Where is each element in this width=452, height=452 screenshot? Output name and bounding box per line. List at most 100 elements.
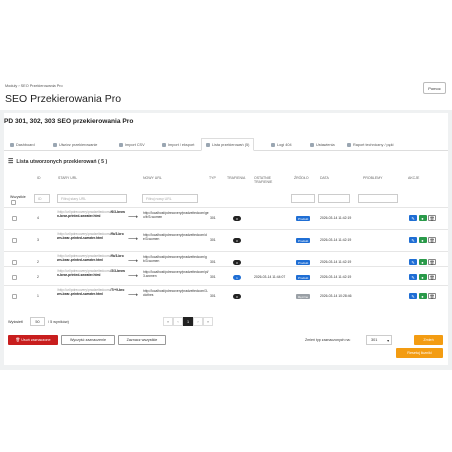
col-source[interactable]: ŹRÓDŁO bbox=[294, 176, 309, 180]
row-type: 301 bbox=[210, 275, 216, 279]
show-label: Wyświetl bbox=[8, 320, 23, 324]
col-actions: AKCJE bbox=[408, 176, 420, 180]
row-new-url[interactable]: http://localhost/pdrecovery/pradzeitedco… bbox=[143, 211, 209, 220]
tab-redirect-list[interactable]: Lista przekierowań (5) bbox=[201, 138, 255, 151]
row-checkbox[interactable] bbox=[12, 216, 17, 221]
row-checkbox[interactable] bbox=[12, 238, 17, 243]
col-id[interactable]: ID bbox=[37, 176, 41, 180]
tab-dashboard[interactable]: Dashboard bbox=[6, 138, 39, 151]
row-source-badge: Produkt bbox=[296, 275, 311, 280]
arrow-right-icon: ⟶ bbox=[128, 292, 139, 299]
col-date[interactable]: DATA bbox=[320, 176, 329, 180]
results-count: / 5 wyników) bbox=[48, 320, 69, 324]
edit-button[interactable]: ✎ bbox=[409, 274, 417, 280]
delete-button[interactable]: 🗑 bbox=[428, 293, 436, 299]
row-checkbox[interactable] bbox=[12, 294, 17, 299]
change-type-label: Zmień typ zaznaczonych na: bbox=[305, 338, 351, 342]
pagination-prev[interactable]: ‹ bbox=[173, 317, 183, 326]
row-old-url[interactable]: /http://url/pdrecovery/pradzeitedcom//fb… bbox=[57, 232, 125, 241]
filter-id-input[interactable]: ID bbox=[34, 194, 50, 203]
filter-new-url-input[interactable]: Filtruj nowy URL bbox=[142, 194, 198, 203]
filter-source-select[interactable] bbox=[291, 194, 315, 203]
delete-selected-label: Usuń zaznaczone bbox=[21, 338, 51, 342]
test-button[interactable]: ● bbox=[418, 274, 427, 280]
edit-button[interactable]: ✎ bbox=[409, 259, 417, 265]
test-button[interactable]: ● bbox=[418, 237, 427, 243]
row-hits-badge: 0 bbox=[233, 294, 241, 299]
pagination-last[interactable]: » bbox=[203, 317, 213, 326]
delete-button[interactable]: 🗑 bbox=[428, 274, 436, 280]
per-page-select[interactable]: 50 bbox=[30, 317, 45, 326]
row-id: 2 bbox=[37, 275, 39, 279]
row-checkbox[interactable] bbox=[12, 260, 17, 265]
tab-import-export[interactable]: Import / eksport bbox=[158, 138, 198, 151]
edit-button[interactable]: ✎ bbox=[409, 237, 417, 243]
row-old-url[interactable]: /http://url/pdrecovery/pradzeitedcom//7/… bbox=[57, 288, 125, 297]
row-new-url[interactable]: http://localhost/pdrecovery/pradzeitedco… bbox=[143, 233, 209, 242]
row-new-url[interactable]: http://localhost/pdrecovery/pradzeitedco… bbox=[143, 255, 209, 264]
delete-button[interactable]: 🗑 bbox=[428, 237, 436, 243]
arrow-right-icon: ⟶ bbox=[128, 236, 139, 243]
pagination: « ‹ 1 › » bbox=[163, 317, 213, 326]
row-old-url[interactable]: /http://url/pdrecovery/pradzeitedcom//6/… bbox=[57, 210, 125, 219]
chevron-down-icon: ▾ bbox=[387, 338, 389, 343]
tab-settings[interactable]: Ustawienia bbox=[306, 138, 339, 151]
table-row: 1 /http://url/pdrecovery/pradzeitedcom//… bbox=[4, 285, 448, 307]
delete-button[interactable]: 🗑 bbox=[428, 259, 436, 265]
row-checkbox[interactable] bbox=[12, 275, 17, 280]
row-new-url[interactable]: http://localhost/pdrecovery/pradzeitedco… bbox=[143, 270, 209, 279]
row-type: 301 bbox=[210, 260, 216, 264]
change-type-select[interactable]: 301 ▾ bbox=[366, 335, 392, 345]
tab-logs-404[interactable]: Logi 404 bbox=[267, 138, 296, 151]
col-hits[interactable]: TRAFIENIA bbox=[227, 176, 245, 180]
row-hits-badge: 0 bbox=[233, 238, 241, 243]
row-old-url[interactable]: /http://url/pdrecovery/pradzeitedcom//2/… bbox=[57, 269, 125, 278]
col-type[interactable]: TYP bbox=[209, 176, 216, 180]
row-type: 301 bbox=[210, 216, 216, 220]
tab-label: Utwórz przekierowanie bbox=[59, 142, 98, 147]
delete-selected-button[interactable]: 🗑 Usuń zaznaczone bbox=[8, 335, 58, 345]
select-all-button[interactable]: Zaznacz wszystkie bbox=[118, 335, 166, 345]
arrow-right-icon: ⟶ bbox=[128, 258, 139, 265]
breadcrumb-home[interactable]: Moduły bbox=[5, 84, 17, 88]
row-date: 2026-03-14 11:42:19 bbox=[320, 238, 352, 242]
pagination-page-1[interactable]: 1 bbox=[183, 317, 193, 326]
col-problems[interactable]: PROBLEMY bbox=[363, 176, 382, 180]
tab-tech-report[interactable]: Raport techniczny / pęki bbox=[343, 138, 398, 151]
pagination-first[interactable]: « bbox=[163, 317, 173, 326]
row-actions: ✎ ● 🗑 bbox=[409, 215, 436, 221]
change-type-button[interactable]: Zmień bbox=[414, 335, 443, 345]
exchange-icon bbox=[162, 142, 166, 147]
col-new-url[interactable]: NOWY URL bbox=[143, 176, 162, 180]
col-last-hit[interactable]: OSTATNIE TRAFIENIE bbox=[254, 176, 278, 185]
row-old-url[interactable]: /http://url/pdrecovery/pradzeitedcom//fb… bbox=[57, 254, 125, 263]
row-actions: ✎ ● 🗑 bbox=[409, 274, 436, 280]
filter-date-input[interactable] bbox=[318, 194, 350, 203]
tab-bar: Dashboard Utwórz przekierowanie Import C… bbox=[4, 138, 448, 151]
row-new-url[interactable]: http://localhost/pdrecovery/pradzeitedco… bbox=[143, 289, 209, 298]
clear-selection-button[interactable]: Wyczyść zaznaczenie bbox=[61, 335, 115, 345]
test-button[interactable]: ● bbox=[418, 259, 427, 265]
test-button[interactable]: ● bbox=[418, 215, 427, 221]
help-button[interactable]: Pomoc bbox=[423, 82, 446, 94]
tab-label: Logi 404 bbox=[277, 142, 292, 147]
edit-button[interactable]: ✎ bbox=[409, 293, 417, 299]
reset-counters-button[interactable]: Resetuj liczniki bbox=[396, 348, 443, 358]
row-actions: ✎ ● 🗑 bbox=[409, 259, 436, 265]
filter-problems-select[interactable] bbox=[358, 194, 398, 203]
pagination-next[interactable]: › bbox=[193, 317, 203, 326]
tab-label: Import / eksport bbox=[168, 142, 195, 147]
delete-button[interactable]: 🗑 bbox=[428, 215, 436, 221]
tab-create-redirect[interactable]: Utwórz przekierowanie bbox=[49, 138, 101, 151]
edit-button[interactable]: ✎ bbox=[409, 215, 417, 221]
old-url-prefix: /http://url/ bbox=[57, 232, 71, 236]
row-source-badge: Produkt bbox=[296, 216, 311, 221]
test-button[interactable]: ● bbox=[418, 293, 427, 299]
col-start-url[interactable]: STARY URL bbox=[58, 176, 77, 180]
tab-label: Raport techniczny / pęki bbox=[353, 142, 394, 147]
warning-icon bbox=[271, 142, 275, 147]
filter-start-url-input[interactable]: Filtruj stary URL bbox=[57, 194, 127, 203]
tab-import-csv[interactable]: Import CSV bbox=[115, 138, 149, 151]
old-url-prefix: /http://url/ bbox=[57, 210, 71, 214]
select-all-checkbox[interactable] bbox=[11, 200, 16, 205]
